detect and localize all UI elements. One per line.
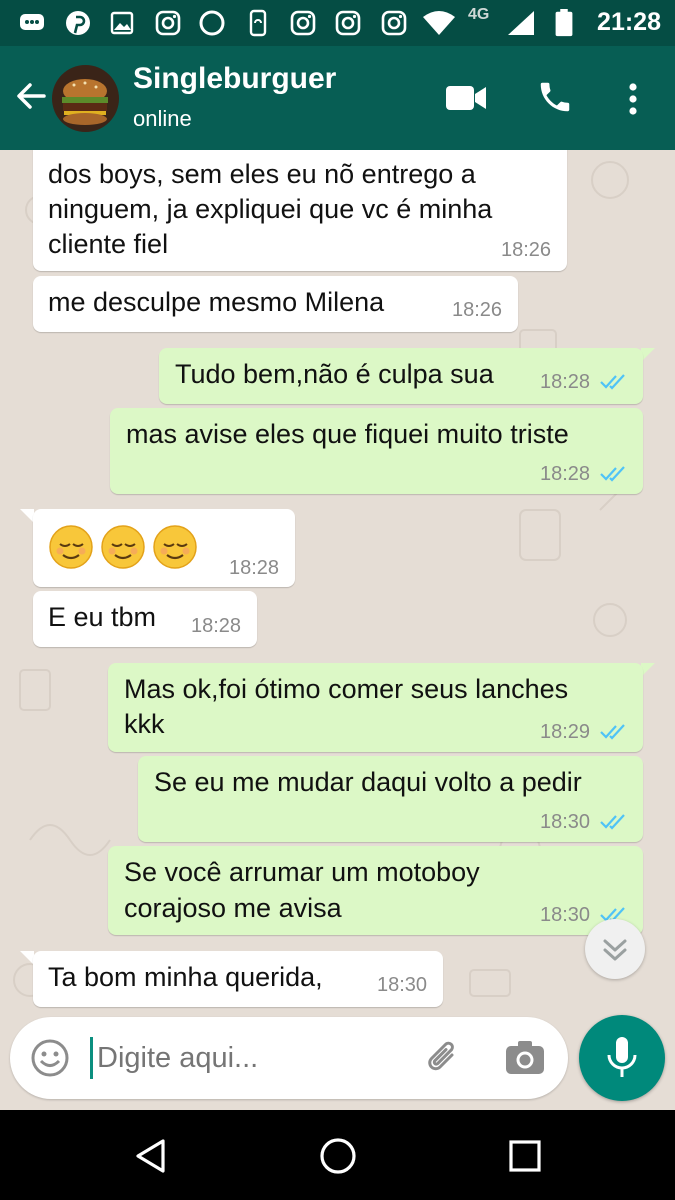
system-navigation-bar [0,1110,675,1200]
signal-icon [508,11,534,35]
video-call-icon[interactable] [445,84,487,112]
message-text: corajoso me avisa [124,893,342,923]
instagram-icon [155,10,181,36]
message-icon [20,14,44,30]
message-time: 18:30 [377,974,428,996]
status-bar: 4G 21:28 [0,0,675,46]
message-time: 18:26 [501,239,552,261]
double-chevron-down-icon [603,939,627,961]
voice-call-icon[interactable] [536,78,574,116]
instagram-icon [290,10,316,36]
read-ticks-icon [600,814,625,830]
message-text: dos boys, sem eles eu nõ entrego a [48,159,476,189]
message-text: Tudo bem,não é culpa sua [175,359,494,389]
message-emoji-text: 😌😌😌 [0,150,1,151]
message-text: Se eu me mudar daqui volto a pedir [154,767,582,797]
message-text: E eu tbm [48,602,157,632]
read-ticks-icon [600,374,625,390]
message-text: mas avise eles que fiquei muito triste [126,419,569,449]
message-text: Mas ok,foi ótimo comer seus lanches [124,674,569,704]
message-time: 18:30 [540,811,591,833]
message-input[interactable] [90,1037,399,1079]
bubble-tail [20,951,34,965]
battery-icon [555,9,573,37]
contact-name[interactable]: Singleburguer [133,62,336,96]
message-text: me desculpe mesmo Milena [48,287,385,317]
message-time: 18:26 [452,299,503,321]
circle-icon [199,10,225,36]
burger-avatar-image [52,65,119,132]
camera-icon[interactable] [504,1038,546,1078]
phone-sync-icon [249,9,267,37]
chat-header: Singleburguer online [0,46,675,150]
message-time: 18:29 [540,721,591,743]
scroll-to-bottom-button[interactable] [585,919,645,979]
message-composer [10,1017,568,1099]
message-text: Ta bom minha querida, [48,962,323,992]
back-arrow-icon[interactable] [14,79,48,113]
bubble-tail [641,663,655,677]
contact-status: online [133,106,192,131]
instagram-icon [335,10,361,36]
message-time: 18:28 [191,615,242,637]
relieved-face-emoji-icon [49,525,93,569]
image-icon [110,11,134,35]
read-ticks-icon [600,466,625,482]
chat-area[interactable]: dos boys, sem eles eu nõ entrego a ningu… [0,150,675,1018]
nav-back-icon[interactable] [133,1138,169,1174]
relieved-face-emoji-icon [153,525,197,569]
bubble-tail [641,348,655,362]
voice-record-button[interactable] [579,1015,665,1101]
more-options-icon[interactable] [626,82,640,116]
message-text: Se você arrumar um motoboy [124,857,480,887]
message-text: kkk [124,709,165,739]
network-type: 4G [468,6,490,23]
instagram-icon [381,10,407,36]
bubble-tail [20,509,34,523]
message-time: 18:28 [540,371,591,393]
mic-icon [607,1037,637,1077]
emoji-icon[interactable] [30,1038,70,1078]
pinterest-icon [66,11,90,35]
read-ticks-icon [600,724,625,740]
clock: 21:28 [597,8,661,36]
message-time: 18:28 [540,463,591,485]
nav-recents-icon[interactable] [507,1138,543,1174]
message-text: cliente fiel [48,229,169,259]
nav-home-icon[interactable] [318,1136,358,1176]
attach-icon[interactable] [422,1037,464,1079]
avatar[interactable] [52,65,119,132]
message-text: ninguem, ja expliquei que vc é minha [48,194,493,224]
relieved-face-emoji-icon [101,525,145,569]
message-time: 18:28 [229,557,280,579]
wifi-icon [423,11,455,35]
message-time: 18:30 [540,904,591,926]
